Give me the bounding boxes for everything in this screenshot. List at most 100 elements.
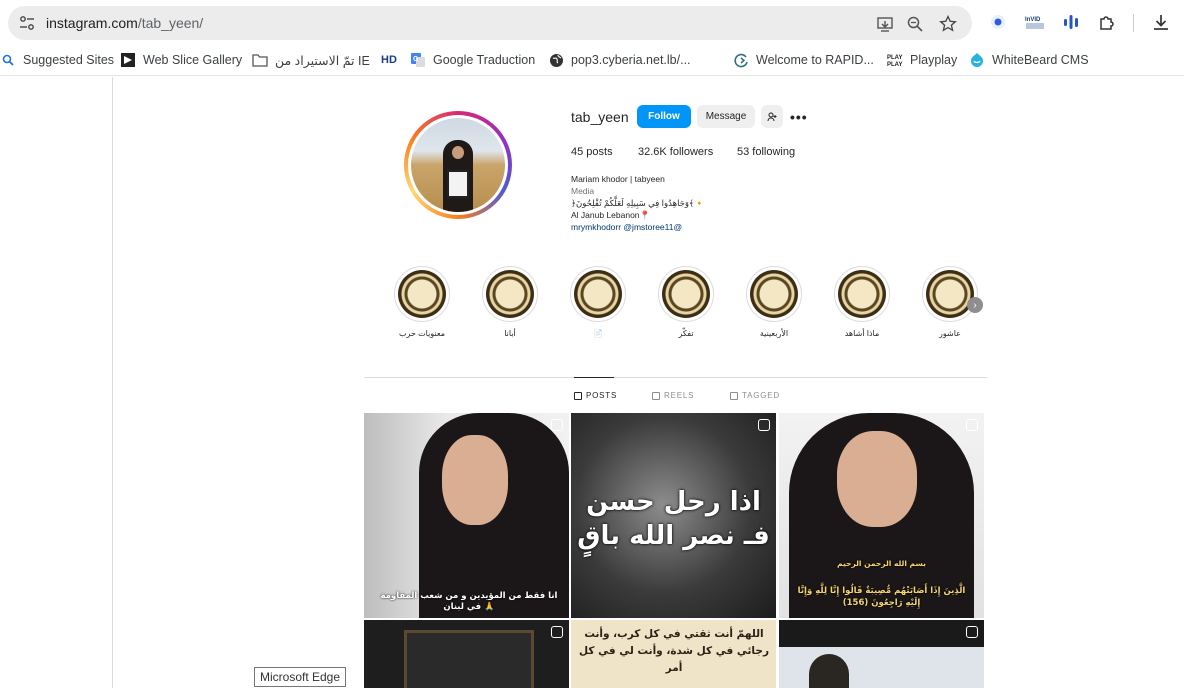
url-host: instagram.com: [46, 15, 138, 31]
tab-reels[interactable]: REELS: [652, 391, 694, 400]
follow-button[interactable]: Follow: [637, 105, 691, 128]
star-icon[interactable]: [939, 15, 957, 33]
post-figure: [809, 654, 849, 688]
highlight-label: ماذا أشاهد: [844, 329, 880, 338]
extensions-puzzle-icon[interactable]: [1097, 12, 1117, 32]
more-options-icon[interactable]: •••: [790, 109, 808, 125]
toolbar-separator: [1133, 14, 1134, 32]
browser-toolbar: instagram.com/tab_yeen/ InVID: [0, 0, 1184, 44]
highlight-cover: [394, 266, 450, 322]
tagged-icon: [730, 391, 738, 400]
posts-count: 45 posts: [571, 146, 613, 158]
post-caption: الَّذِينَ إِذَا أَصَابَتْهُم مُّصِيبَةٌ …: [797, 586, 966, 608]
bookmark-suggested-sites[interactable]: Suggested Sites: [0, 52, 114, 68]
post-thumbnail[interactable]: اللهمّ أنت ثقتي في كل كرب، وأنت رجائي في…: [571, 620, 776, 688]
invid-extension-icon[interactable]: InVID: [1024, 12, 1046, 32]
bookmark-label: Google Traduction: [433, 53, 536, 67]
bio-line-quote: ﴿وَجَاهِدُوا فِي سَبِيلِهِ لَعَلَّكُمْ ت…: [571, 198, 705, 208]
highlight-label: 📄: [593, 329, 603, 338]
avatar-border: [408, 115, 508, 215]
highlight-item[interactable]: عاشور: [922, 266, 978, 338]
post-thumbnail[interactable]: [779, 620, 984, 688]
zoom-icon[interactable]: [906, 15, 924, 33]
highlight-cover: [834, 266, 890, 322]
bookmark-google-traduction[interactable]: G Google Traduction: [410, 52, 535, 68]
svg-text:InVID: InVID: [1025, 17, 1041, 23]
highlight-item[interactable]: 📄: [570, 266, 626, 338]
highlight-item[interactable]: تفكّر: [658, 266, 714, 338]
post-face: [837, 431, 917, 527]
highlight-item[interactable]: الأربعينية: [746, 266, 802, 338]
extension-record-icon[interactable]: [988, 12, 1008, 32]
bookmark-hd[interactable]: HD: [380, 52, 405, 68]
svg-text:PLAY: PLAY: [887, 55, 902, 61]
post-caption-top: بسم الله الرحمن الرحيم: [837, 559, 926, 568]
highlight-cover: [482, 266, 538, 322]
bookmark-label: Suggested Sites: [23, 53, 115, 67]
tab-posts[interactable]: POSTS: [574, 391, 617, 400]
tab-label: POSTS: [586, 391, 618, 400]
highlight-item[interactable]: ماذا أشاهد: [834, 266, 890, 338]
search-icon: [0, 52, 16, 68]
whitebeard-icon: [969, 52, 985, 68]
post-thumbnail[interactable]: بسم الله الرحمن الرحيم الَّذِينَ إِذَا أ…: [779, 413, 984, 618]
post-thumbnail[interactable]: [364, 620, 569, 688]
followers-count[interactable]: 32.6K followers: [638, 146, 713, 158]
chevron-right-icon[interactable]: ›: [967, 297, 983, 313]
install-app-icon[interactable]: [876, 15, 894, 33]
highlight-item[interactable]: أبانا: [482, 266, 538, 338]
highlight-item[interactable]: معنويات حرب: [394, 266, 450, 338]
profile-bio: Mariam khodor | tabyeen Media ﴿وَجَاهِدُ…: [571, 173, 831, 233]
url-text[interactable]: instagram.com/tab_yeen/: [46, 15, 203, 31]
bio-mentions[interactable]: mrymkhodorr @jmstoree11@: [571, 221, 831, 233]
downloads-icon[interactable]: [1151, 12, 1171, 32]
post-thumbnail[interactable]: انا فقط من المؤيدين و من شعب المقاومة في…: [364, 413, 569, 618]
folder-icon: [252, 52, 268, 68]
highlight-label: معنويات حرب: [399, 329, 445, 338]
profile-username: tab_yeen: [571, 109, 629, 125]
tab-label: TAGGED: [742, 391, 780, 400]
message-button[interactable]: Message: [697, 105, 755, 128]
highlight-cover: [570, 266, 626, 322]
profile-fullname: Mariam khodor | tabyeen: [571, 174, 665, 184]
profile-avatar[interactable]: [404, 111, 512, 219]
address-bar[interactable]: instagram.com/tab_yeen/: [8, 6, 972, 40]
site-info-icon[interactable]: [18, 14, 36, 32]
bookmark-whitebeard-cms[interactable]: WhiteBeard CMS: [969, 52, 1089, 68]
calligraphy-medallion-icon: [750, 270, 798, 318]
audio-extension-icon[interactable]: [1061, 12, 1081, 32]
taskbar-tooltip: Microsoft Edge: [254, 667, 347, 687]
bookmark-pop3-cyberia[interactable]: pop3.cyberia.net.lb/...: [548, 52, 691, 68]
highlight-label: عاشور: [939, 329, 961, 338]
reel-icon: [966, 626, 978, 638]
tab-tagged[interactable]: TAGGED: [730, 391, 780, 400]
avatar-portrait-frame: [447, 170, 469, 198]
post-thumbnail[interactable]: اذا رحل حسن فـ نصر الله باقٍ: [571, 413, 776, 618]
suggested-users-button[interactable]: [761, 105, 783, 128]
active-tab-indicator: [574, 377, 614, 378]
url-path: /tab_yeen/: [137, 15, 204, 31]
reel-icon: [551, 419, 563, 431]
highlight-label: الأربعينية: [759, 329, 789, 338]
bookmark-label: Playplay: [910, 53, 958, 67]
highlight-cover: [658, 266, 714, 322]
bookmark-playplay[interactable]: PLAY PLAY Playplay: [887, 52, 957, 68]
highlight-cover: [746, 266, 802, 322]
post-caption: اذا رحل حسن فـ نصر الله باقٍ: [577, 487, 770, 551]
avatar-image: [411, 118, 505, 212]
bookmark-web-slice-gallery[interactable]: Web Slice Gallery: [120, 52, 242, 68]
bookmark-welcome-rapid[interactable]: Welcome to RAPID...: [733, 52, 874, 68]
following-count[interactable]: 53 following: [737, 146, 795, 158]
instagram-profile-page: tab_yeen Follow Message ••• 45 posts 32.…: [0, 77, 1184, 688]
avatar-face: [452, 146, 464, 159]
bookmark-imported-ie[interactable]: تمّ الاستيراد من IE: [252, 52, 370, 68]
bookmark-label: Web Slice Gallery: [143, 53, 243, 67]
tabs-divider: [364, 377, 987, 378]
grid-icon: [574, 391, 582, 400]
playplay-icon: PLAY PLAY: [887, 52, 903, 68]
calligraphy-medallion-icon: [662, 270, 710, 318]
calligraphy-medallion-icon: [574, 270, 622, 318]
add-person-icon: [767, 112, 777, 121]
bookmarks-bar: Suggested Sites Web Slice Gallery تمّ ال…: [0, 44, 1184, 76]
highlight-label: تفكّر: [678, 329, 694, 338]
